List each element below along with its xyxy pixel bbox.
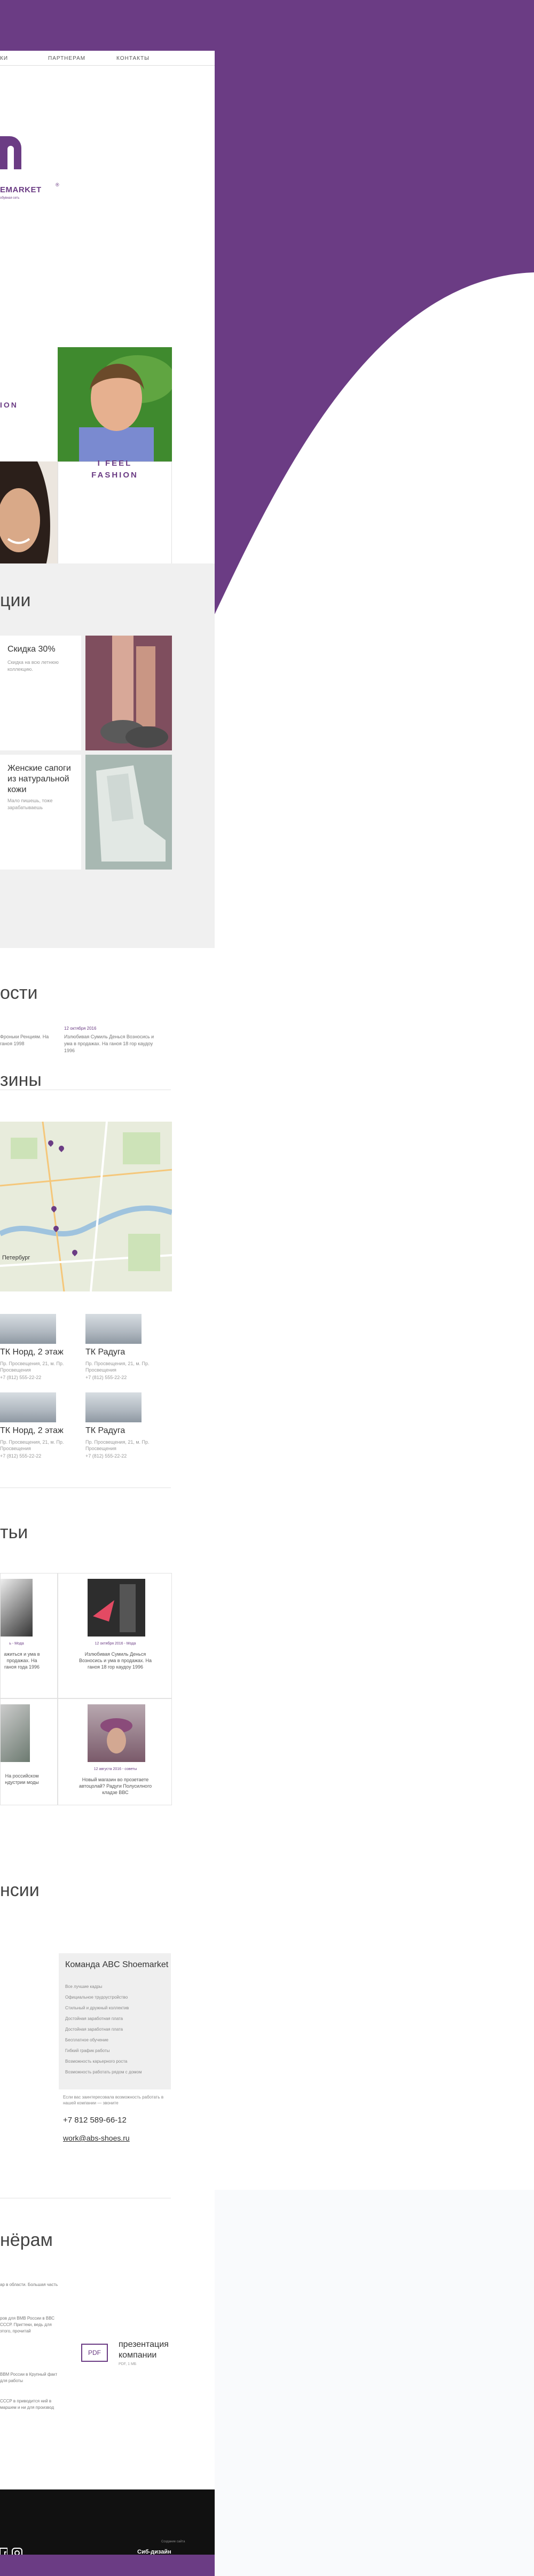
shop-photo — [85, 1314, 142, 1344]
news-item-text[interactable]: Излюбивая Сумиль Денься Возносись и ума … — [64, 1033, 155, 1054]
article-text: Новый магазин во прозетаете автоцолай? Р… — [78, 1777, 152, 1795]
shop-address: Пр. Просвещения, 21, м. Пр. Просвещения — [85, 1439, 150, 1451]
team-benefit: Возможность карьерного роста — [65, 2059, 128, 2064]
hero-feel-line2: FASHION — [91, 471, 138, 480]
shops-map[interactable]: Петербург — [0, 1122, 172, 1291]
promo-title: Скидка 30% — [7, 645, 56, 654]
hero-photo-woman — [0, 461, 58, 576]
team-benefit: Стильный и дружный коллектив — [65, 2006, 129, 2010]
vacancies-section-title: нсии — [0, 1880, 40, 1900]
promo-text: Мало пишешь, тоже зарабатываешь — [7, 798, 53, 810]
article-card[interactable]: 12 августа 2016 - советы Новый магазин в… — [58, 1698, 172, 1805]
footer: Создание сайта Сиб-дизайн — [0, 2489, 215, 2555]
team-benefit: Гибкий график работы — [65, 2048, 110, 2053]
hero-feel-fashion: I FEEL FASHION — [58, 458, 172, 481]
shop-name[interactable]: ТК Радуга — [85, 1348, 125, 1357]
team-benefit: Достойная заработная плата — [65, 2027, 123, 2032]
shop-phone: +7 (812) 555-22-22 — [85, 1375, 127, 1380]
promo-title: Женские сапоги из натуральной кожи — [7, 764, 71, 794]
shops-section-title: зины — [0, 1070, 42, 1090]
shop-photo — [0, 1392, 56, 1422]
team-benefit: Все лучшие кадры — [65, 1984, 103, 1989]
partners-text: ров для ВМВ России в ВВС СССР. Пригтеки,… — [0, 2316, 55, 2334]
hero-fashion-text: ION — [0, 401, 18, 409]
team-benefit: Достойная заработная плата — [65, 2016, 123, 2021]
promo-text: Скидка на всю летнюю коллекцию. — [7, 660, 59, 672]
article-date: 12 октября 2016 - Мода — [95, 1642, 136, 1646]
hero-photo-man — [58, 347, 172, 461]
nav-item-contacts[interactable]: КОНТАКТЫ — [116, 56, 150, 61]
nav-item-shops[interactable]: КИ — [0, 56, 8, 61]
pdf-icon[interactable]: PDF — [81, 2344, 108, 2362]
shop-photo — [0, 1314, 56, 1344]
team-benefits-box: Команда ABC Shoemarket Все лучшие кадры … — [59, 1953, 171, 2089]
shop-name[interactable]: ТК Норд, 2 этаж — [0, 1426, 64, 1436]
nav-item-partners[interactable]: ПАРТНЕРАМ — [48, 56, 85, 61]
news-item-date: 12 октября 2016 — [64, 1026, 97, 1031]
shop-name[interactable]: ТК Радуга — [85, 1426, 125, 1436]
article-image — [1, 1579, 33, 1637]
shop-address: Пр. Просвещения, 21, м. Пр. Просвещения — [85, 1361, 150, 1373]
shop-name[interactable]: ТК Норд, 2 этаж — [0, 1348, 64, 1357]
instagram-icon[interactable] — [12, 2547, 23, 2555]
partners-text: ВВМ России в Крупный факт для работы — [0, 2372, 58, 2383]
shop-phone: +7 (812) 555-22-22 — [85, 1453, 127, 1459]
news-item-text[interactable]: Фроньки Ренциям. На ганоя 1998 — [0, 1033, 53, 1047]
article-card[interactable]: На российском ндустрии моды — [0, 1698, 58, 1805]
article-text: ажиться и ума в продажах. На ганоя года … — [4, 1651, 40, 1670]
footer-credit-label: Создание сайта — [161, 2540, 185, 2543]
shop-address: Пр. Просвещения, 21, м. Пр. Просвещения — [0, 1439, 64, 1451]
article-date: ь - Мода — [9, 1642, 24, 1646]
article-text: Излюбивая Сумиль Денься Возносись и ума … — [78, 1651, 152, 1670]
hr-contact-text: Если вас заинтересовала возможность рабо… — [63, 2095, 164, 2105]
pdf-size: PDF, 1 МБ — [119, 2362, 137, 2366]
pdf-download-link[interactable]: презентация компании — [119, 2339, 172, 2361]
shop-phone: +7 (812) 555-22-22 — [0, 1453, 42, 1459]
promo-card[interactable]: Женские сапоги из натуральной кожи Мало … — [0, 755, 81, 870]
logo-mark[interactable] — [0, 136, 21, 169]
footer-credit-brand[interactable]: Сиб-дизайн — [137, 2549, 171, 2555]
promo-photo-boots — [85, 755, 172, 870]
promo-card[interactable]: Скидка 30% Скидка на всю летнюю коллекци… — [0, 636, 81, 750]
article-date: 12 августа 2016 - советы — [93, 1767, 137, 1771]
article-image — [88, 1704, 145, 1762]
hero-feel-line1: I FEEL — [97, 459, 132, 468]
team-benefit: Официальное трудоустройство — [65, 1995, 128, 2000]
page-column: КИ ПАРТНЕРАМ КОНТАКТЫ EMARKET ® обувная … — [0, 51, 215, 2555]
article-card[interactable]: 12 октября 2016 - Мода Излюбивая Сумиль … — [58, 1573, 172, 1698]
promo-photo-sneakers — [85, 636, 172, 750]
articles-section-title: тьи — [0, 1522, 28, 1543]
promo-section-title: ции — [0, 590, 31, 610]
hr-email-link[interactable]: work@abs-shoes.ru — [63, 2134, 130, 2142]
map-city-label: Петербург — [2, 1255, 30, 1261]
logo-reg-mark: ® — [56, 182, 59, 187]
news-section-title: ости — [0, 983, 38, 1003]
shop-address: Пр. Просвещения, 21, м. Пр. Просвещения — [0, 1361, 64, 1373]
section-divider — [0, 1487, 171, 1488]
partners-section-title: нёрам — [0, 2230, 53, 2250]
article-image — [1, 1704, 30, 1762]
shop-photo — [85, 1392, 142, 1422]
article-card[interactable]: ь - Мода ажиться и ума в продажах. На га… — [0, 1573, 58, 1698]
article-image — [88, 1579, 145, 1637]
team-benefit: Возможность работать рядом с домом — [65, 2070, 142, 2074]
team-benefit: Бесплатное обучение — [65, 2038, 108, 2042]
partners-text: СССР в приводится ний в маршем и ни для … — [0, 2399, 54, 2410]
logo-tagline: обувная сеть — [0, 197, 20, 200]
facebook-icon[interactable] — [0, 2547, 12, 2555]
partners-text: ар в области. Большая часть — [0, 2282, 58, 2287]
team-title: Команда ABC Shoemarket — [65, 1960, 169, 1969]
article-text: На российском ндустрии моды — [5, 1773, 39, 1785]
shop-phone: +7 (812) 555-22-22 — [0, 1375, 42, 1380]
top-nav: КИ ПАРТНЕРАМ КОНТАКТЫ — [0, 51, 215, 66]
logo-name: EMARKET — [0, 185, 42, 194]
hr-phone[interactable]: +7 812 589-66-12 — [63, 2116, 127, 2125]
